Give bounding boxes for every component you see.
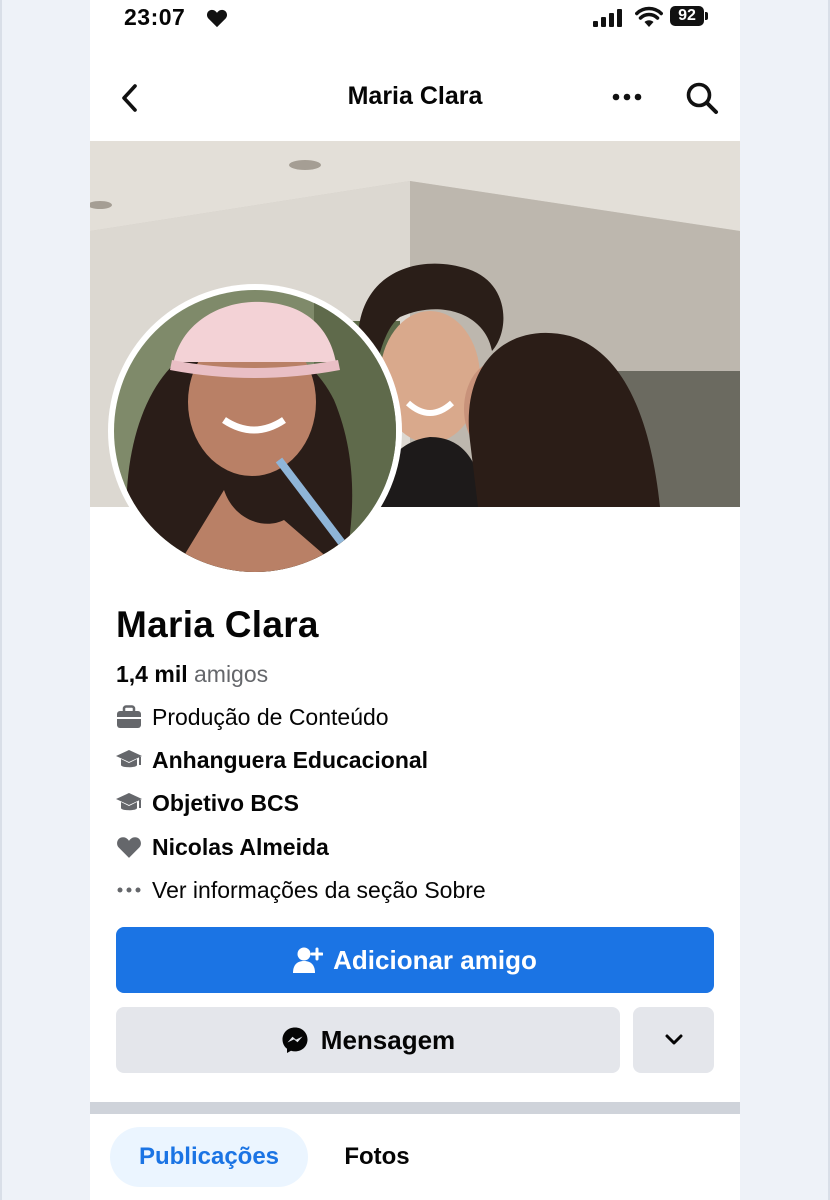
add-friend-label: Adicionar amigo xyxy=(333,944,537,975)
more-dots-icon xyxy=(612,93,642,101)
message-label: Mensagem xyxy=(320,1024,456,1055)
cellular-signal-icon xyxy=(593,9,622,27)
graduation-cap-icon xyxy=(114,788,144,818)
tab-fotos[interactable]: Fotos xyxy=(322,1127,432,1187)
info-row-education-2[interactable]: Objetivo BCS xyxy=(114,786,299,820)
status-bar: 23:07 92 xyxy=(90,0,740,40)
see-about-info-text: Ver informações da seção Sobre xyxy=(152,876,486,903)
info-work-text: Produção de Conteúdo xyxy=(152,703,389,730)
info-row-education-1[interactable]: Anhanguera Educacional xyxy=(114,743,428,777)
more-dots-icon xyxy=(114,875,144,905)
messenger-icon xyxy=(281,1026,309,1054)
friends-count-label: amigos xyxy=(194,661,269,687)
tab-publicacoes[interactable]: Publicações xyxy=(110,1127,308,1187)
battery-tip xyxy=(705,12,708,20)
graduation-cap-icon xyxy=(114,745,144,775)
top-navigation-bar: Maria Clara xyxy=(90,60,740,136)
phone-screen: 23:07 92 Maria Clara Maria Clara 1,4 mil… xyxy=(90,0,740,1200)
friends-count-value: 1,4 mil xyxy=(116,661,188,687)
status-time: 23:07 xyxy=(124,4,186,30)
see-about-info-link[interactable]: Ver informações da seção Sobre xyxy=(114,873,486,907)
profile-name: Maria Clara xyxy=(116,604,319,645)
friends-count[interactable]: 1,4 mil amigos xyxy=(116,661,268,688)
heart-icon xyxy=(114,832,144,862)
wifi-icon xyxy=(635,6,663,27)
frame-border-left xyxy=(0,0,2,1200)
chevron-down-icon xyxy=(665,1034,682,1045)
info-relationship-text: Nicolas Almeida xyxy=(152,833,329,860)
search-icon xyxy=(686,82,718,114)
more-options-button[interactable] xyxy=(610,82,644,112)
message-button[interactable]: Mensagem xyxy=(116,1007,620,1073)
add-friend-icon xyxy=(293,946,324,974)
profile-picture[interactable] xyxy=(108,284,402,578)
battery-indicator: 92 xyxy=(670,6,704,26)
add-friend-button[interactable]: Adicionar amigo xyxy=(116,927,714,993)
heart-status-icon xyxy=(206,9,228,28)
info-row-work: Produção de Conteúdo xyxy=(114,700,389,734)
info-education-2-text: Objetivo BCS xyxy=(152,789,299,816)
search-button[interactable] xyxy=(682,78,722,118)
more-actions-button[interactable] xyxy=(633,1007,714,1073)
info-education-1-text: Anhanguera Educacional xyxy=(152,746,429,773)
profile-picture-image xyxy=(114,290,396,572)
info-row-relationship[interactable]: Nicolas Almeida xyxy=(114,830,329,864)
briefcase-icon xyxy=(114,702,144,732)
section-divider xyxy=(90,1102,740,1114)
